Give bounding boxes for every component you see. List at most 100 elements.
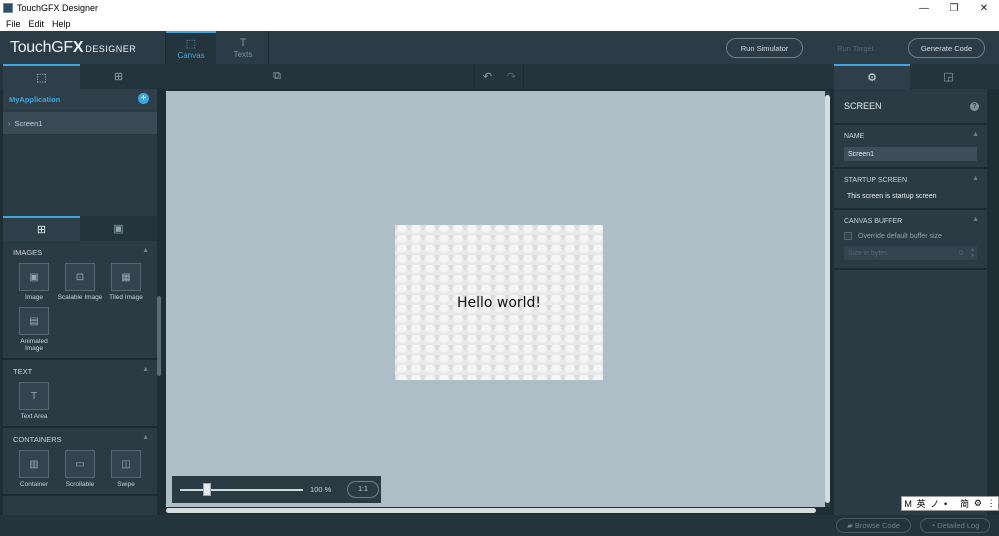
canvas-vertical-scrollbar[interactable] xyxy=(825,91,830,507)
redo-button[interactable]: ↷ xyxy=(500,64,524,89)
widget-label: Animated Image xyxy=(20,338,48,352)
tab-interactions-right[interactable]: ◲ xyxy=(910,64,987,89)
widget-label: Tiled Image xyxy=(109,294,143,301)
override-buffer-checkbox[interactable]: Override default buffer size xyxy=(834,232,987,246)
detailed-log-button[interactable]: ◔ Detailed Log xyxy=(920,518,990,533)
size-value: 0 xyxy=(959,249,963,257)
menu-edit[interactable]: Edit xyxy=(29,19,45,29)
screen-name-input[interactable]: Screen1 xyxy=(844,147,977,161)
design-canvas[interactable]: Hello world! 100 % 1:1 xyxy=(166,91,826,507)
ime-punct-icon[interactable]: •ㅤ xyxy=(944,497,955,510)
menu-file[interactable]: File xyxy=(6,19,21,29)
prop-startup: STARTUP SCREEN ▲ This screen is startup s… xyxy=(834,169,987,210)
maximize-icon[interactable]: ❐ xyxy=(939,0,969,16)
add-screen-icon[interactable]: + xyxy=(138,93,149,104)
run-target-button[interactable]: Run Target xyxy=(818,38,893,58)
prop-name: NAME ▲ Screen1 xyxy=(834,125,987,169)
app-icon xyxy=(3,3,13,13)
widget-text-area[interactable]: T Text Area xyxy=(11,382,57,420)
prop-title[interactable]: STARTUP SCREEN ▲ xyxy=(834,169,987,191)
text-icon: T xyxy=(239,36,247,49)
widget-tiled-image[interactable]: ▦ Tiled Image xyxy=(103,263,149,301)
undo-button[interactable]: ↶ xyxy=(474,64,500,89)
chevron-up-icon[interactable]: ▲ xyxy=(972,216,979,223)
tab-screens[interactable]: ⬚ xyxy=(3,64,80,89)
tab-canvas[interactable]: ⬚ Canvas xyxy=(166,31,216,64)
app-name: MyApplication xyxy=(9,94,61,104)
ime-settings-icon[interactable]: ⚙ xyxy=(974,498,982,509)
properties-panel: SCREEN ? NAME ▲ Screen1 STARTUP SCREEN ▲ T… xyxy=(834,89,987,515)
chevron-right-icon[interactable]: › xyxy=(8,119,11,128)
widget-container[interactable]: ▥ Container xyxy=(11,450,57,488)
tree-item-screen1[interactable]: › Screen1 xyxy=(3,112,157,134)
widget-label: Container xyxy=(19,481,49,488)
checkbox-icon[interactable] xyxy=(844,232,852,240)
zoom-reset-button[interactable]: 1:1 xyxy=(347,481,379,498)
prop-canvas-buffer: CANVAS BUFFER ▲ Override default buffer s… xyxy=(834,210,987,270)
chevron-up-icon[interactable]: ▲ xyxy=(972,175,979,182)
ime-mode-icon[interactable]: M xyxy=(904,499,912,509)
logo-subtitle: DESIGNER xyxy=(85,44,137,54)
help-icon[interactable]: ? xyxy=(970,102,979,111)
properties-title: SCREEN xyxy=(844,101,882,111)
run-simulator-button[interactable]: Run Simulator xyxy=(726,38,803,58)
zoom-controls: 100 % 1:1 xyxy=(172,476,381,503)
chevron-up-icon[interactable]: ▲ xyxy=(142,434,149,441)
generate-code-button[interactable]: Generate Code xyxy=(908,38,985,58)
chevron-up-icon[interactable]: ▲ xyxy=(972,131,979,138)
tab-interactions[interactable]: ⊞ xyxy=(80,64,157,89)
widget-list-scrollbar[interactable] xyxy=(157,296,161,376)
widget-label: Swipe xyxy=(117,481,135,488)
section-title[interactable]: IMAGES ▲ xyxy=(3,241,157,263)
close-icon[interactable]: ✕ xyxy=(969,0,999,16)
tab-images[interactable]: ▣ xyxy=(80,216,157,241)
tab-canvas-label: Canvas xyxy=(177,51,205,60)
window-titlebar: TouchGFX Designer — ❐ ✕ xyxy=(0,0,999,16)
window-title: TouchGFX Designer xyxy=(17,3,99,13)
spinner-icon[interactable]: ▲ ▼ xyxy=(970,247,975,259)
chevron-up-icon[interactable]: ▲ xyxy=(142,366,149,373)
menu-bar: File Edit Help xyxy=(0,16,999,31)
tiled-image-icon: ▦ xyxy=(111,263,141,291)
minimize-icon[interactable]: — xyxy=(909,0,939,16)
ime-simplified-icon[interactable]: 简 xyxy=(960,497,969,510)
tab-properties[interactable]: ⚙ xyxy=(834,64,910,89)
widget-label: Scrollable xyxy=(65,481,95,488)
section-title-label: CONTAINERS xyxy=(13,434,62,444)
canvas-icon: ⬚ xyxy=(185,38,197,50)
scroll-thumb[interactable] xyxy=(825,95,830,503)
tab-texts[interactable]: T Texts xyxy=(218,31,268,64)
widget-animated-image[interactable]: ▤ Animated Image xyxy=(11,307,57,352)
browse-code-label: Browse Code xyxy=(854,521,900,530)
widget-scalable-image[interactable]: ⊡ Scalable Image xyxy=(57,263,103,301)
section-title-label: IMAGES xyxy=(13,247,43,257)
menu-help[interactable]: Help xyxy=(52,19,71,29)
ime-lang-icon[interactable]: 英 xyxy=(917,497,926,510)
screen-preview-toggle[interactable]: ⧉ xyxy=(262,64,292,89)
widget-swipe[interactable]: ◫ Swipe xyxy=(103,450,149,488)
prop-title[interactable]: NAME ▲ xyxy=(834,125,987,147)
hello-text[interactable]: Hello world! xyxy=(457,295,541,311)
prop-title[interactable]: CANVAS BUFFER ▲ xyxy=(834,210,987,232)
zoom-slider-handle[interactable] xyxy=(203,483,211,496)
browse-code-button[interactable]: ▰ Browse Code xyxy=(836,518,911,533)
widget-scrollable[interactable]: ▭ Scrollable xyxy=(57,450,103,488)
widget-tabs: ⊞ ▣ xyxy=(3,216,157,241)
tab-widgets[interactable]: ⊞ xyxy=(3,216,80,241)
image-widget-icon: ▣ xyxy=(19,263,49,291)
zoom-track[interactable] xyxy=(180,489,303,491)
ime-moon-icon[interactable]: ノ xyxy=(930,497,939,510)
buffer-size-input[interactable]: Size in bytes 0 ▲ ▼ xyxy=(844,246,977,260)
chevron-up-icon[interactable]: ▲ xyxy=(142,247,149,254)
section-title[interactable]: CONTAINERS ▲ xyxy=(3,428,157,450)
ime-more-icon[interactable]: ⋮ xyxy=(987,498,996,509)
touchgfx-logo: TouchGFX DESIGNER xyxy=(10,39,136,57)
prop-title-label: NAME xyxy=(844,132,865,140)
container-icon: ▥ xyxy=(19,450,49,478)
widget-image[interactable]: ▣ Image xyxy=(11,263,57,301)
screen-preview[interactable]: Hello world! xyxy=(395,225,603,380)
section-title[interactable]: TEXT ▲ xyxy=(3,360,157,382)
image-icon: ▣ xyxy=(113,223,124,235)
widget-label: Image xyxy=(24,294,44,301)
canvas-horizontal-scrollbar[interactable] xyxy=(166,508,816,513)
